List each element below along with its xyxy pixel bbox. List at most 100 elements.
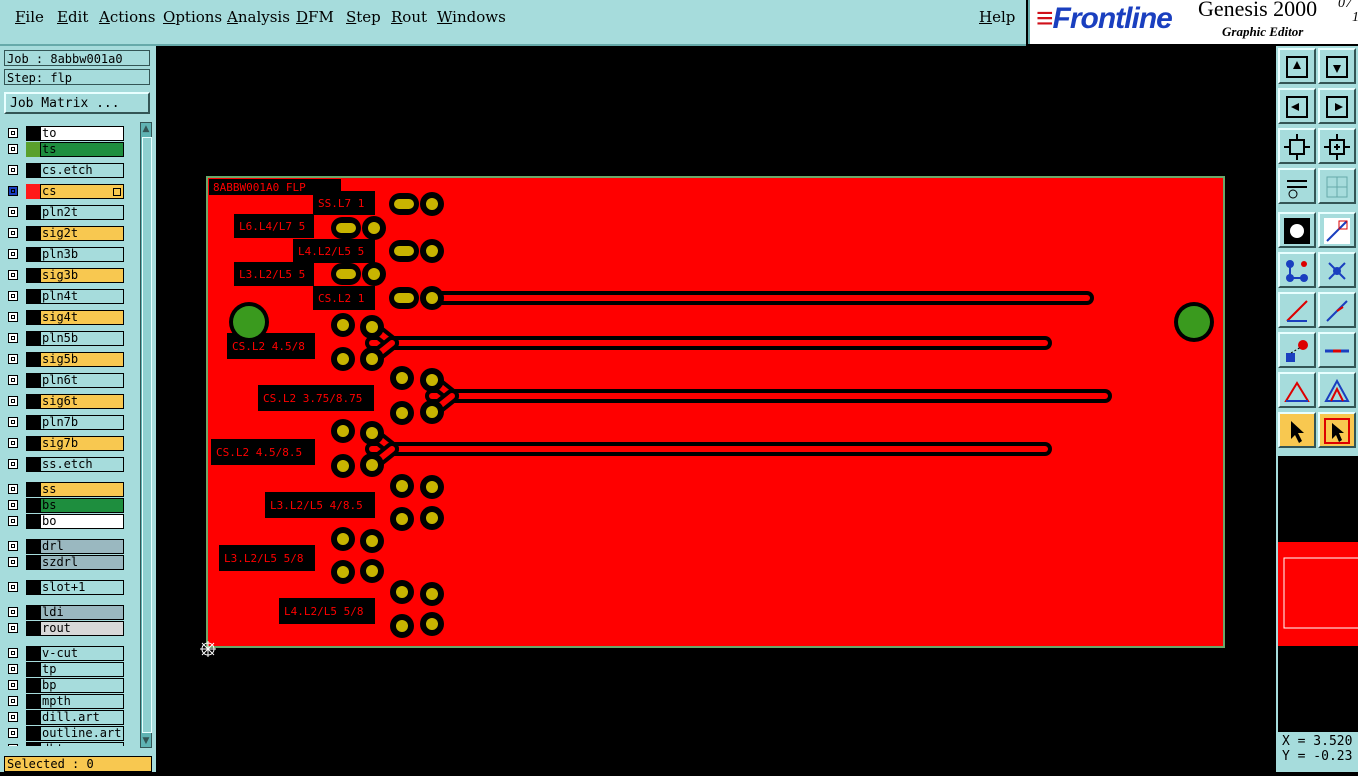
layer-name[interactable]: sig4t	[40, 310, 124, 325]
layer-name[interactable]: ss	[40, 482, 124, 497]
layer-row-ss-etch[interactable]: ss.etch	[4, 457, 126, 472]
layer-color-swatch[interactable]	[26, 605, 40, 620]
split-button[interactable]	[1318, 332, 1356, 368]
layer-name[interactable]: pln6t	[40, 373, 124, 388]
layer-color-swatch[interactable]	[26, 310, 40, 325]
scroll-thumb[interactable]	[142, 137, 152, 733]
layer-color-swatch[interactable]	[26, 678, 40, 693]
layer-color-swatch[interactable]	[26, 621, 40, 636]
pan-down-button[interactable]	[1318, 48, 1356, 84]
layer-name[interactable]: pln2t	[40, 205, 124, 220]
layer-name[interactable]: dill.art	[40, 710, 124, 725]
layer-checkbox[interactable]	[8, 312, 18, 322]
layer-row-sig5b[interactable]: sig5b	[4, 352, 126, 367]
layer-checkbox[interactable]	[8, 500, 18, 510]
layer-color-swatch[interactable]	[26, 726, 40, 741]
menu-rout[interactable]: Rout	[391, 8, 427, 26]
layer-checkbox[interactable]	[8, 516, 18, 526]
layer-checkbox[interactable]	[8, 664, 18, 674]
zoom-out-button[interactable]	[1318, 128, 1356, 164]
layer-checkbox[interactable]	[8, 744, 18, 746]
layer-row-slot-1[interactable]: slot+1	[4, 580, 126, 595]
layer-name[interactable]: sig3b	[40, 268, 124, 283]
zoom-in-button[interactable]	[1278, 128, 1316, 164]
layer-scrollbar[interactable]: ▲ ▼	[140, 122, 152, 748]
layer-row-sig7b[interactable]: sig7b	[4, 436, 126, 451]
layer-row-bp[interactable]: bp	[4, 678, 126, 693]
layer-color-swatch[interactable]	[26, 142, 40, 157]
layer-checkbox[interactable]	[8, 582, 18, 592]
menu-file[interactable]: File	[15, 8, 44, 26]
menu-edit[interactable]: Edit	[57, 8, 88, 26]
layer-checkbox[interactable]	[8, 712, 18, 722]
layer-checkbox[interactable]	[8, 354, 18, 364]
layer-color-swatch[interactable]	[26, 514, 40, 529]
layer-name[interactable]: sig7b	[40, 436, 124, 451]
layer-name[interactable]: to	[40, 126, 124, 141]
layer-color-swatch[interactable]	[26, 436, 40, 451]
layer-row-pln6t[interactable]: pln6t	[4, 373, 126, 388]
layer-checkbox[interactable]	[8, 375, 18, 385]
layer-name[interactable]: ldi	[40, 605, 124, 620]
layer-name[interactable]: bp	[40, 678, 124, 693]
layer-checkbox[interactable]	[8, 557, 18, 567]
layer-name[interactable]: pln4t	[40, 289, 124, 304]
layer-name[interactable]: cs	[40, 184, 124, 199]
menu-windows[interactable]: Windows	[437, 8, 506, 26]
layer-row-tp[interactable]: tp	[4, 662, 126, 677]
layer-row-to[interactable]: to	[4, 126, 126, 141]
menu-step[interactable]: Step	[346, 8, 381, 26]
layer-color-swatch[interactable]	[26, 710, 40, 725]
snap-button[interactable]	[1318, 252, 1356, 288]
layer-color-swatch[interactable]	[26, 580, 40, 595]
layer-name[interactable]: bs	[40, 498, 124, 513]
layer-name[interactable]: v-cut	[40, 646, 124, 661]
select-box-button[interactable]	[1318, 412, 1356, 448]
layer-row-bs[interactable]: bs	[4, 498, 126, 513]
layer-checkbox[interactable]	[8, 417, 18, 427]
layer-name[interactable]: mpth	[40, 694, 124, 709]
layer-name[interactable]: sig5b	[40, 352, 124, 367]
layer-color-swatch[interactable]	[26, 126, 40, 141]
graphic-canvas[interactable]: 8ABBW001A0 FLP SS.L7 1 L6.L4/L7 5 L4.L2/L5…	[156, 46, 1276, 772]
connect-button[interactable]	[1278, 252, 1316, 288]
menu-actions[interactable]: Actions	[99, 8, 155, 26]
angle-button[interactable]	[1278, 292, 1316, 328]
layer-checkbox[interactable]	[8, 165, 18, 175]
zoom-top-button[interactable]	[1278, 48, 1316, 84]
layer-checkbox[interactable]	[8, 144, 18, 154]
layer-checkbox[interactable]	[8, 438, 18, 448]
pan-right-button[interactable]	[1318, 88, 1356, 124]
layer-color-swatch[interactable]	[26, 373, 40, 388]
outline-fill-button[interactable]	[1318, 372, 1356, 408]
layer-row-cs[interactable]: cs	[4, 184, 126, 199]
scroll-up-icon[interactable]: ▲	[141, 123, 151, 135]
layer-color-swatch[interactable]	[26, 352, 40, 367]
layer-row-rout[interactable]: rout	[4, 621, 126, 636]
layer-name[interactable]: ts	[40, 142, 124, 157]
select-pointer-button[interactable]	[1278, 412, 1316, 448]
board-view[interactable]: 8ABBW001A0 FLP SS.L7 1 L6.L4/L7 5 L4.L2/L5…	[156, 46, 1276, 772]
layer-color-swatch[interactable]	[26, 289, 40, 304]
layer-row-ss[interactable]: ss	[4, 482, 126, 497]
layer-checkbox[interactable]	[8, 291, 18, 301]
layer-color-swatch[interactable]	[26, 482, 40, 497]
layer-name[interactable]: pln5b	[40, 331, 124, 346]
layer-color-swatch[interactable]	[26, 694, 40, 709]
layer-name[interactable]: pln3b	[40, 247, 124, 262]
layer-row-sig6t[interactable]: sig6t	[4, 394, 126, 409]
layer-checkbox[interactable]	[8, 728, 18, 738]
layer-checkbox[interactable]	[8, 484, 18, 494]
feature-select-button[interactable]	[1278, 212, 1316, 248]
layer-name[interactable]: szdrl	[40, 555, 124, 570]
layer-row-dill-art[interactable]: dill.art	[4, 710, 126, 725]
layer-color-swatch[interactable]	[26, 331, 40, 346]
layer-row-pln5b[interactable]: pln5b	[4, 331, 126, 346]
menu-analysis[interactable]: Analysis	[227, 8, 290, 26]
layer-name[interactable]: cs.etch	[40, 163, 124, 178]
layer-row-sig3b[interactable]: sig3b	[4, 268, 126, 283]
layer-checkbox[interactable]	[8, 541, 18, 551]
layer-checkbox[interactable]	[8, 270, 18, 280]
layer-row-v-cut[interactable]: v-cut	[4, 646, 126, 661]
layer-color-swatch[interactable]	[26, 662, 40, 677]
